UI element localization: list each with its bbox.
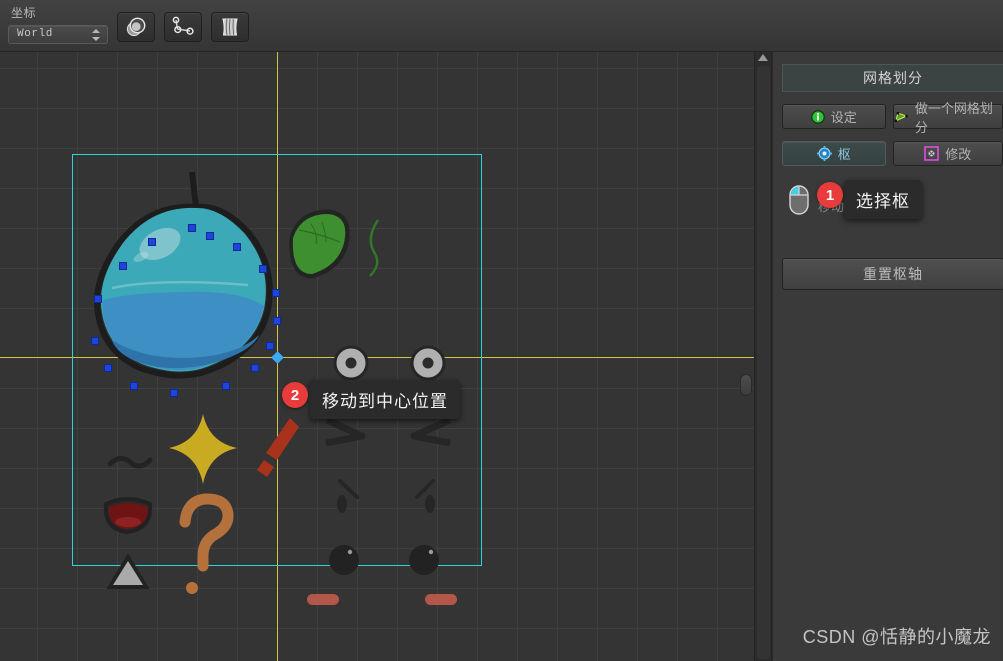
annotation-badge-1: 1 — [817, 182, 843, 208]
vertex-handle[interactable] — [104, 364, 112, 372]
scroll-up-arrow-icon[interactable] — [758, 54, 768, 61]
green-leaf-sprite[interactable] — [289, 209, 350, 279]
annotation-tooltip-1-text: 选择枢 — [856, 192, 910, 211]
lash-right-sprite[interactable] — [415, 479, 435, 513]
app-root: 坐标 World 2 移动到中心位置 网格划分 设定 做一个网格划分 枢 修改 … — [0, 0, 1003, 661]
annotation-tooltip-1: 选择枢 — [837, 180, 922, 219]
cloth-mesh-icon — [222, 18, 238, 36]
annotation-tooltip-2: 移动到中心位置 — [303, 380, 460, 419]
vertex-handle[interactable] — [266, 342, 274, 350]
vertex-handle[interactable] — [170, 389, 178, 397]
vertex-handle[interactable] — [148, 238, 156, 246]
panel-button-row-2: 枢 修改 — [782, 141, 1003, 166]
wavy-mouth-sprite[interactable] — [107, 456, 153, 469]
vertex-handle[interactable] — [130, 382, 138, 390]
vertex-handle[interactable] — [91, 337, 99, 345]
pivot-icon — [816, 146, 832, 161]
mesh-green-icon — [894, 111, 908, 122]
create-mesh-button-label: 做一个网格划分 — [914, 100, 993, 135]
eye-ring-right-sprite[interactable] — [410, 345, 446, 381]
blush-left-sprite[interactable] — [307, 594, 339, 605]
pupil-right-sprite[interactable] — [409, 545, 439, 575]
viewport-edge-handle[interactable] — [740, 374, 752, 396]
angry-brow-left-sprite[interactable] — [325, 416, 366, 447]
panel-button-row-1: 设定 做一个网格划分 — [782, 101, 1003, 135]
vertex-handle[interactable] — [188, 224, 196, 232]
sprite-layer — [94, 171, 457, 605]
scene-viewport[interactable]: 2 移动到中心位置 — [0, 52, 754, 661]
open-mouth-sprite[interactable] — [103, 497, 153, 535]
scrollbar-track[interactable] — [757, 66, 770, 659]
settings-button[interactable]: 设定 — [782, 104, 886, 129]
vertex-handle[interactable] — [94, 295, 102, 303]
panel-title: 网格划分 — [782, 64, 1003, 92]
vertex-handle[interactable] — [119, 262, 127, 270]
vertex-handle[interactable] — [273, 317, 281, 325]
cloth-tool-button[interactable] — [211, 12, 249, 42]
bone-chain-icon — [172, 16, 194, 35]
green-stem-sprite[interactable] — [369, 219, 380, 277]
mesh-panel: 网格划分 设定 做一个网格划分 枢 修改 1 选择枢 重置枢轴 — [772, 52, 1003, 661]
coordinate-space-group: 坐标 World — [8, 6, 108, 44]
orange-question-mark-sprite[interactable] — [179, 493, 234, 594]
lash-left-sprite[interactable] — [337, 479, 359, 513]
eye-ring-left-sprite[interactable] — [333, 345, 369, 381]
modify-tab-label: 修改 — [945, 147, 972, 162]
mouse-hint-row: 移动枢轴 1 选择枢 — [782, 180, 1003, 222]
gray-triangle-sprite[interactable] — [106, 553, 150, 589]
vertex-handle[interactable] — [272, 289, 280, 297]
toolbar-button-group — [117, 12, 249, 42]
viewport-vertical-scrollbar[interactable] — [754, 52, 772, 661]
pupil-left-sprite[interactable] — [329, 545, 359, 575]
coordinate-space-value: World — [17, 28, 54, 40]
top-toolbar: 坐标 World — [0, 0, 1003, 52]
vertex-handle[interactable] — [251, 364, 259, 372]
vertex-handle[interactable] — [259, 265, 267, 273]
blue-slime-sprite[interactable] — [94, 171, 273, 379]
coordinate-label: 坐标 — [11, 6, 37, 20]
bone-tool-button[interactable] — [164, 12, 202, 42]
create-mesh-button[interactable]: 做一个网格划分 — [892, 101, 1003, 135]
blush-right-sprite[interactable] — [425, 594, 457, 605]
reset-pivot-button[interactable]: 重置枢轴 — [782, 258, 1003, 290]
mouse-left-click-icon — [789, 185, 809, 215]
sphere-icon — [126, 17, 146, 37]
shape-tool-button[interactable] — [117, 12, 155, 42]
watermark: CSDN @恬静的小魔龙 — [802, 627, 991, 647]
annotation-tooltip-2-text: 移动到中心位置 — [322, 392, 448, 411]
vertex-handle[interactable] — [206, 232, 214, 240]
coordinate-space-dropdown[interactable]: World — [8, 25, 108, 44]
red-exclamation-sprite[interactable] — [257, 418, 299, 477]
vertex-handle[interactable] — [222, 382, 230, 390]
modify-icon — [924, 146, 940, 161]
annotation-badge-2: 2 — [282, 382, 308, 408]
angry-brow-right-sprite[interactable] — [410, 416, 452, 447]
vertex-handle[interactable] — [233, 243, 241, 251]
modify-tab-button[interactable]: 修改 — [892, 141, 1003, 166]
reset-pivot-label: 重置枢轴 — [863, 266, 923, 282]
info-circle-icon — [810, 109, 825, 124]
chevron-updown-icon — [92, 28, 101, 42]
pivot-tab-label: 枢 — [837, 147, 851, 162]
yellow-sparkle-sprite[interactable] — [169, 414, 237, 484]
pivot-tab-button[interactable]: 枢 — [782, 141, 886, 166]
settings-button-label: 设定 — [830, 110, 857, 125]
